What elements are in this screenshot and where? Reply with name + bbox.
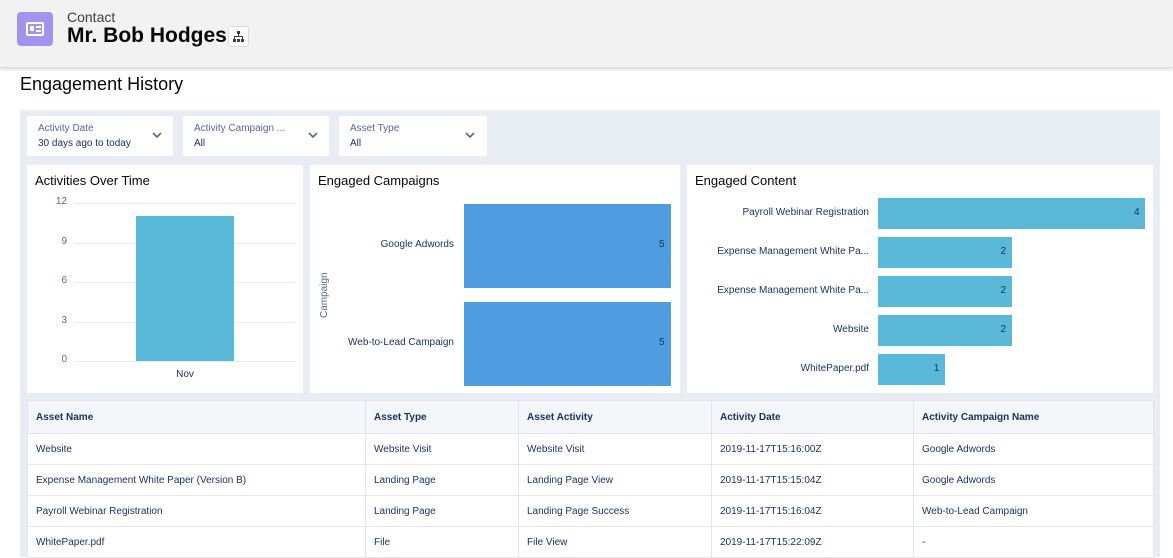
- y-tick-label: Expense Management White Pa...: [717, 245, 869, 257]
- table-cell: WhitePaper.pdf: [27, 526, 366, 558]
- table-cell: Google Adwords: [913, 433, 1154, 465]
- axis-title: Campaign: [319, 272, 330, 318]
- column-header[interactable]: Asset Name: [27, 400, 366, 434]
- y-tick-label: WhitePaper.pdf: [800, 362, 869, 374]
- card-title: Engaged Content: [695, 173, 797, 188]
- engaged-content-card: Engaged Content 4 Payroll Webinar Registr…: [687, 165, 1153, 393]
- record-header: Contact Mr. Bob Hodges: [0, 0, 1173, 68]
- chevron-down-icon: [152, 132, 162, 139]
- filter-label: Activity Date: [38, 123, 94, 134]
- object-label: Contact: [67, 9, 116, 25]
- table-cell: 2019-11-17T15:15:04Z: [711, 464, 914, 496]
- engaged-campaigns-card: Engaged Campaigns Campaign 5 Google Adwor…: [310, 165, 680, 393]
- filter-label: Asset Type: [350, 123, 400, 134]
- bar-content[interactable]: [878, 237, 1012, 268]
- data-label: 4: [1134, 206, 1140, 218]
- table-cell: Web-to-Lead Campaign: [913, 495, 1154, 527]
- bar-content[interactable]: [878, 276, 1012, 307]
- column-header[interactable]: Activity Date: [711, 400, 914, 434]
- table-cell: Website Visit: [518, 433, 712, 465]
- data-label: 2: [1000, 284, 1007, 296]
- y-tick-label: Expense Management White Pa...: [717, 284, 869, 296]
- table-cell: Website: [27, 433, 366, 465]
- table-row[interactable]: Website Website Visit Website Visit 2019…: [27, 433, 1154, 465]
- data-label: 2: [1000, 245, 1007, 257]
- filter-label: Activity Campaign ...: [194, 123, 286, 134]
- gridline: [75, 203, 295, 204]
- card-title: Activities Over Time: [35, 173, 150, 188]
- activities-over-time-card: Activities Over Time 12 9 6 3 0 Nov: [27, 165, 303, 393]
- x-tick-label: Nov: [176, 369, 194, 380]
- data-label: 5: [659, 239, 665, 250]
- y-tick-label: Web-to-Lead Campaign: [348, 337, 454, 348]
- chevron-down-icon: [308, 132, 318, 139]
- table-cell: -: [913, 526, 1154, 558]
- table-cell: Website Visit: [365, 433, 519, 465]
- table-cell: Landing Page: [365, 495, 519, 527]
- table-cell: Payroll Webinar Registration: [27, 495, 366, 527]
- filter-value: All: [350, 138, 362, 149]
- record-name: Mr. Bob Hodges: [67, 24, 227, 47]
- table-cell: File View: [518, 526, 712, 558]
- table-cell: Expense Management White Paper (Version …: [27, 464, 366, 496]
- y-tick-label: 12: [55, 196, 67, 207]
- chevron-down-icon: [465, 132, 475, 139]
- y-tick-label: Google Adwords: [380, 239, 454, 250]
- bar-campaign[interactable]: [464, 204, 671, 288]
- filter-activity-campaign[interactable]: Activity Campaign ... All: [183, 116, 329, 156]
- y-tick-label: 6: [61, 275, 67, 286]
- engagement-table: Asset Name Asset Type Asset Activity Act…: [27, 400, 1154, 558]
- table-cell: 2019-11-17T15:22:09Z: [711, 526, 914, 558]
- table-row[interactable]: Payroll Webinar Registration Landing Pag…: [27, 495, 1154, 527]
- contact-card-icon: [17, 12, 53, 46]
- y-tick-label: 3: [61, 314, 67, 326]
- table-cell: 2019-11-17T15:16:04Z: [711, 495, 914, 527]
- filter-value: 30 days ago to today: [38, 138, 131, 149]
- bar-content[interactable]: [878, 198, 1145, 229]
- data-label: 5: [659, 337, 665, 348]
- column-header[interactable]: Activity Campaign Name: [913, 400, 1154, 434]
- hierarchy-icon: [233, 31, 244, 42]
- data-label: 2: [1000, 323, 1007, 335]
- bar-nov[interactable]: [136, 216, 234, 361]
- bar-campaign[interactable]: [464, 302, 671, 386]
- table-cell: Landing Page: [365, 464, 519, 496]
- y-tick-label: 0: [61, 354, 67, 365]
- table-cell: 2019-11-17T15:16:00Z: [711, 433, 914, 465]
- section-title: Engagement History: [20, 74, 184, 94]
- data-label: 1: [933, 362, 940, 374]
- table-header-row: Asset Name Asset Type Asset Activity Act…: [27, 400, 1154, 434]
- table-cell: Landing Page Success: [518, 495, 712, 527]
- filter-asset-type[interactable]: Asset Type All: [339, 116, 487, 156]
- filter-value: All: [194, 138, 206, 149]
- hierarchy-button[interactable]: [228, 26, 249, 47]
- y-tick-label: 9: [61, 235, 67, 247]
- column-header[interactable]: Asset Activity: [518, 400, 712, 434]
- y-tick-label: Website: [833, 323, 869, 335]
- card-title: Engaged Campaigns: [318, 173, 440, 188]
- table-row[interactable]: WhitePaper.pdf File File View 2019-11-17…: [27, 526, 1154, 558]
- table-cell: File: [365, 526, 519, 558]
- filter-activity-date[interactable]: Activity Date 30 days ago to today: [27, 116, 173, 156]
- gridline: [75, 361, 295, 362]
- y-tick-label: Payroll Webinar Registration: [742, 206, 869, 218]
- table-cell: Landing Page View: [518, 464, 712, 496]
- column-header[interactable]: Asset Type: [365, 400, 519, 434]
- table-row[interactable]: Expense Management White Paper (Version …: [27, 464, 1154, 496]
- table-cell: Google Adwords: [913, 464, 1154, 496]
- bar-content[interactable]: [878, 315, 1012, 346]
